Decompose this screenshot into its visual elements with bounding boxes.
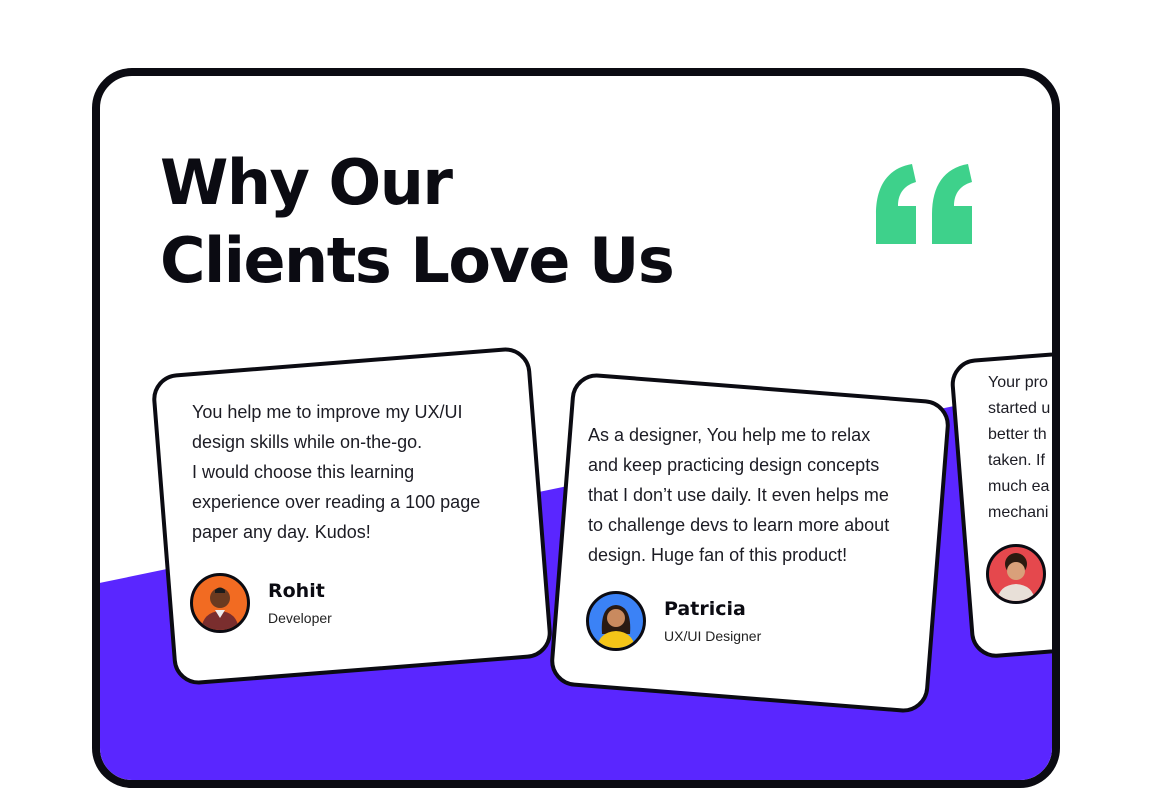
- testimonial-text-patricia: As a designer, You help me to relax and …: [588, 425, 890, 565]
- heading-line-1: Why Our: [160, 146, 453, 219]
- name-rohit: Rohit: [268, 580, 325, 602]
- section-heading: Why Our Clients Love Us: [160, 144, 675, 300]
- name-patricia: Patricia: [664, 598, 746, 620]
- testimonial-text-rohit: You help me to improve my UX/UI design s…: [192, 402, 481, 542]
- avatar-rohit: [190, 573, 250, 633]
- avatar-patricia: [586, 591, 646, 651]
- testimonials-panel: Why Our Clients Love Us You help me to i…: [92, 68, 1060, 788]
- heading-line-2: Clients Love Us: [160, 224, 675, 297]
- person-icon: [201, 587, 239, 630]
- avatar-third: [986, 544, 1046, 604]
- quote-icon: [876, 164, 972, 244]
- testimonial-text-third: Your pro started u better th taken. If m…: [988, 374, 1051, 521]
- role-patricia: UX/UI Designer: [664, 628, 762, 644]
- person-icon: [997, 553, 1035, 601]
- role-rohit: Developer: [268, 610, 332, 626]
- person-icon: [597, 605, 635, 648]
